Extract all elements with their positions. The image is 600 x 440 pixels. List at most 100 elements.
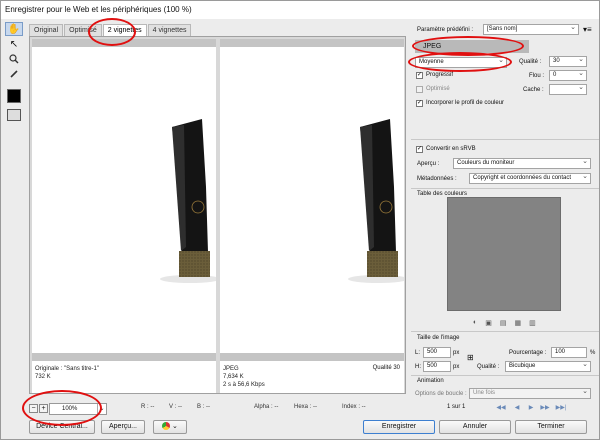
convert-srgb-checkbox[interactable]: ✓ xyxy=(416,146,423,153)
chevron-down-icon: ⌄ xyxy=(97,404,106,414)
zoom-in-button[interactable]: + xyxy=(39,404,48,413)
pane-footer-bar xyxy=(32,353,216,361)
metadata-select[interactable]: Copyright et coordonnées du contact xyxy=(469,172,591,184)
preview-button[interactable]: Aperçu... xyxy=(101,420,145,434)
percent-label: Pourcentage : xyxy=(509,350,547,356)
optimized-image xyxy=(348,119,404,283)
matte-select[interactable] xyxy=(549,83,587,95)
optimized-checkbox[interactable] xyxy=(416,86,423,93)
preset-label: Paramètre prédéfini : xyxy=(417,27,474,33)
loop-options-select[interactable]: Une fois xyxy=(469,387,591,399)
cancel-button[interactable]: Annuler xyxy=(439,420,511,434)
play-icon[interactable]: ▶ xyxy=(525,403,537,413)
metadata-label: Métadonnées : xyxy=(417,176,457,182)
original-pane[interactable]: Originale : "Sans titre-1" 732 K xyxy=(32,39,216,393)
red-readout: R : -- xyxy=(141,404,155,410)
status-row: − + 100% ⌄ R : -- V : -- B : -- Alpha : … xyxy=(29,403,406,415)
chevron-down-icon: ⌄ xyxy=(172,423,178,430)
window-title: Enregistrer pour le Web et les périphéri… xyxy=(1,1,599,19)
tool-palette: ✋ ↖ xyxy=(3,21,25,121)
original-size: 732 K xyxy=(35,374,51,380)
zoom-out-button[interactable]: − xyxy=(29,404,38,413)
done-button[interactable]: Terminer xyxy=(515,420,587,434)
alpha-readout: Alpha : -- xyxy=(254,404,279,410)
tab-4-up[interactable]: 4 vignettes xyxy=(147,24,192,36)
toggle-slices-visibility-icon[interactable] xyxy=(7,109,21,121)
color-table[interactable] xyxy=(447,197,561,311)
slice-select-icon[interactable]: ↖ xyxy=(5,37,23,51)
blur-input[interactable]: 0 xyxy=(549,69,587,81)
lock-color-icon[interactable]: ▤ xyxy=(500,319,507,327)
color-table-toolbar: ◐ ▣ ▤ ▦ ▥ xyxy=(473,319,536,327)
index-readout: Index : -- xyxy=(342,404,366,410)
height-input[interactable]: 500 xyxy=(423,361,451,372)
matte-label: Cache : xyxy=(523,87,544,93)
pane-header xyxy=(220,39,404,47)
panel-menu-icon[interactable]: ▾≡ xyxy=(583,25,592,34)
quality-input[interactable]: 30 xyxy=(549,55,587,67)
resample-quality-label: Qualité : xyxy=(477,364,500,370)
height-label: H: xyxy=(415,364,421,370)
preset-select[interactable]: [Sans nom] xyxy=(483,23,579,35)
eyedropper-icon[interactable] xyxy=(5,67,23,81)
divider xyxy=(411,331,599,332)
browser-icon xyxy=(162,422,171,431)
original-image xyxy=(160,119,216,283)
device-central-button[interactable]: Device Central... xyxy=(29,420,95,434)
tab-2-up[interactable]: 2 vignettes xyxy=(102,24,147,36)
link-icon[interactable]: ⊞ xyxy=(467,353,474,362)
previous-frame-icon[interactable]: ◀ xyxy=(511,403,523,413)
optimized-pane[interactable]: JPEG 7,634 K 2 s à 56,6 Kbps Qualité 30 xyxy=(220,39,404,393)
zoom-icon[interactable] xyxy=(5,52,23,66)
optimized-size: 7,634 K xyxy=(223,374,244,380)
divider xyxy=(411,375,599,376)
map-color-icon[interactable]: ◐ xyxy=(473,319,477,327)
image-size-title: Taille de l'image xyxy=(417,335,460,341)
browser-preview-button[interactable]: ⌄ xyxy=(153,420,187,434)
first-frame-icon[interactable]: ◀◀ xyxy=(495,403,507,413)
zoom-level-value: 100% xyxy=(62,406,78,412)
convert-srgb-label: Convertir en sRVB xyxy=(426,146,476,152)
pane-header xyxy=(32,39,216,47)
embed-profile-checkbox[interactable]: ✓ xyxy=(416,100,423,107)
zoom-level-select[interactable]: 100% ⌄ xyxy=(49,403,107,415)
optimized-download-time: 2 s à 56,6 Kbps xyxy=(223,382,265,388)
save-for-web-dialog: Enregistrer pour le Web et les périphéri… xyxy=(0,0,600,440)
optimized-info: JPEG 7,634 K 2 s à 56,6 Kbps xyxy=(223,365,265,389)
tab-optimized[interactable]: Optimisé xyxy=(64,24,102,36)
resample-quality-select[interactable]: Bicubique xyxy=(505,360,591,372)
animation-title: Animation xyxy=(417,378,444,384)
quality-label: Qualité : xyxy=(519,59,542,65)
last-frame-icon[interactable]: ▶▶| xyxy=(555,403,567,413)
loop-options-label: Options de boucle : xyxy=(415,391,467,397)
new-color-icon[interactable]: ▦ xyxy=(514,319,521,327)
green-readout: V : -- xyxy=(169,404,182,410)
progressive-checkbox[interactable]: ✓ xyxy=(416,72,423,79)
optimized-quality: Qualité 30 xyxy=(372,365,400,371)
settings-panel: Paramètre prédéfini : [Sans nom] ▾≡ JPEG… xyxy=(411,23,599,413)
tab-original[interactable]: Original xyxy=(29,24,64,36)
embed-profile-label: Incorporer le profil de couleur xyxy=(426,100,505,106)
width-input[interactable]: 500 xyxy=(423,347,451,358)
preview-select[interactable]: Couleurs du moniteur xyxy=(453,157,591,169)
format-select[interactable]: JPEG xyxy=(415,40,529,53)
web-shift-icon[interactable]: ▣ xyxy=(485,319,492,327)
progressive-label: Progressif xyxy=(426,72,454,78)
preview-area: Originale : "Sans titre-1" 732 K JPEG 7,… xyxy=(29,36,406,394)
original-name: Originale : "Sans titre-1" xyxy=(35,366,99,372)
hand-icon[interactable]: ✋ xyxy=(5,22,23,36)
save-button[interactable]: Enregistrer xyxy=(363,420,435,434)
next-frame-icon[interactable]: ▶▶ xyxy=(539,403,551,413)
dialog-buttons: Device Central... Aperçu... ⌄ Enregistre… xyxy=(1,416,599,440)
quality-preset-select[interactable]: Moyenne xyxy=(415,56,507,68)
view-tabs: Original Optimisé 2 vignettes 4 vignette… xyxy=(29,24,192,36)
preview-label: Aperçu : xyxy=(417,161,440,167)
delete-color-icon[interactable]: ▥ xyxy=(529,319,536,327)
width-label: L: xyxy=(415,350,421,356)
percent-input[interactable]: 100 xyxy=(551,347,587,358)
percent-unit: % xyxy=(590,350,596,356)
eyedropper-color-swatch[interactable] xyxy=(7,89,21,103)
optimized-format: JPEG xyxy=(223,366,239,372)
hex-readout: Hexa : -- xyxy=(294,404,318,410)
pane-footer-bar xyxy=(220,353,404,361)
